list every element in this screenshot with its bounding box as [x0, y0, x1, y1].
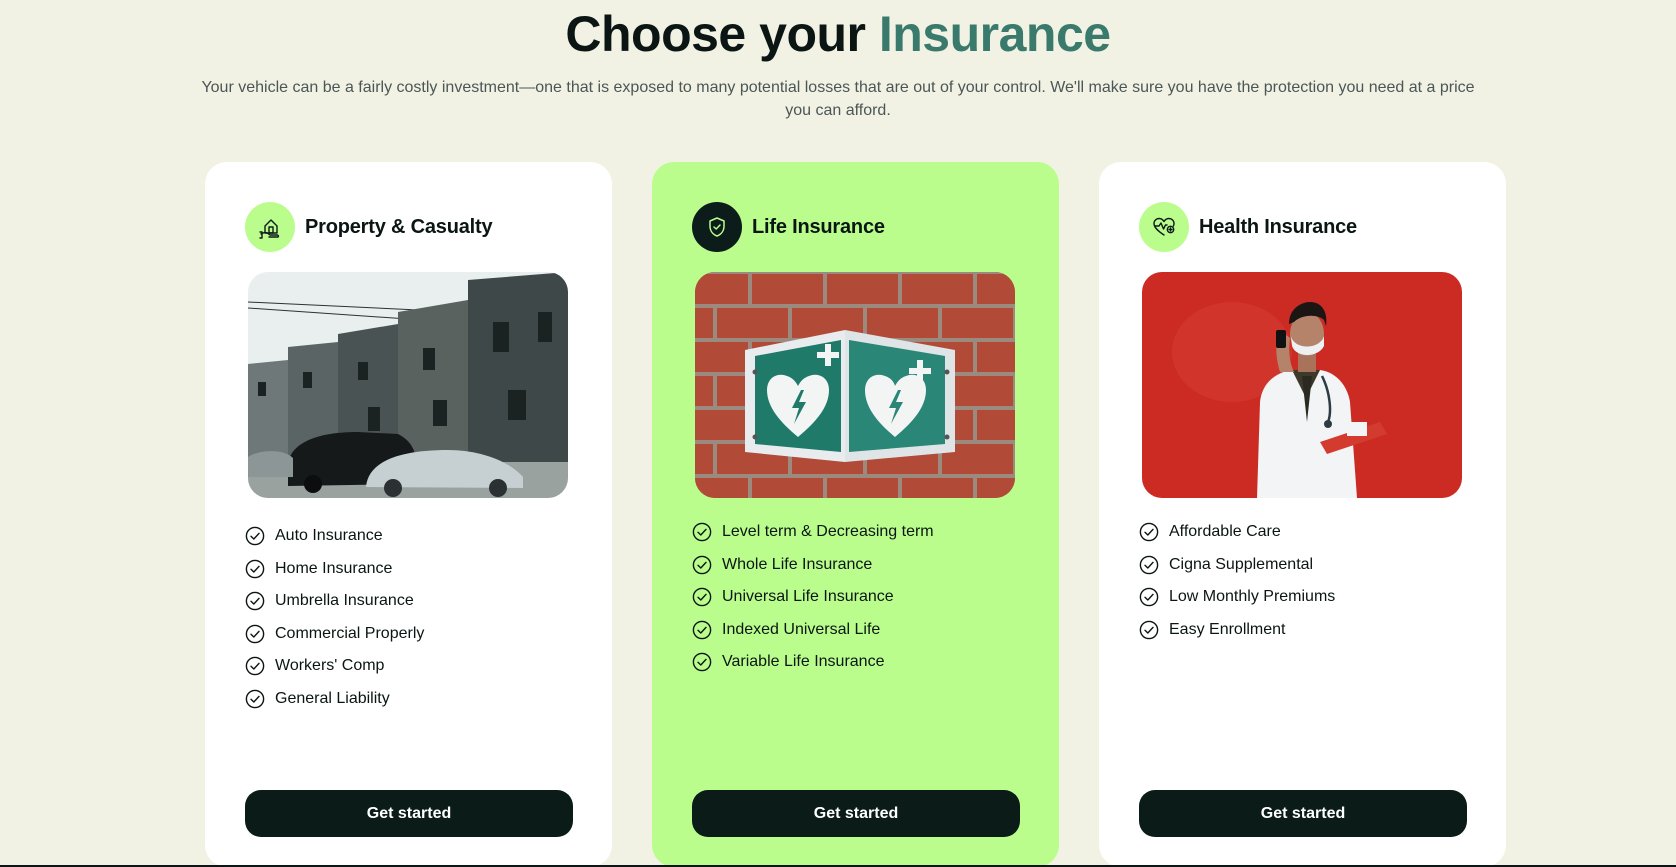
feature-label: Level term & Decreasing term [722, 523, 934, 541]
feature-label: Variable Life Insurance [722, 653, 885, 671]
feature-label: Umbrella Insurance [275, 592, 414, 610]
check-circle-icon [1139, 522, 1159, 542]
check-circle-icon [692, 620, 712, 640]
check-circle-icon [245, 559, 265, 579]
card-health-insurance: Health Insurance Affordable Care Cigna S… [1099, 162, 1506, 867]
list-item: Cigna Supplemental [1139, 549, 1466, 582]
card-header: Life Insurance [692, 202, 1019, 252]
check-circle-icon [245, 689, 265, 709]
list-item: General Liability [245, 683, 572, 716]
list-item: Indexed Universal Life [692, 614, 1019, 647]
check-circle-icon [692, 522, 712, 542]
feature-label: General Liability [275, 689, 390, 707]
feature-label: Auto Insurance [275, 527, 383, 545]
check-circle-icon [245, 624, 265, 644]
title-main: Choose your [565, 6, 879, 62]
feature-label: Affordable Care [1169, 523, 1281, 541]
list-item: Home Insurance [245, 553, 572, 586]
list-item: Level term & Decreasing term [692, 516, 1019, 549]
card-title: Life Insurance [752, 215, 885, 238]
check-circle-icon [1139, 587, 1159, 607]
card-life-insurance: Life Insurance Level term & Decreasing t… [652, 162, 1059, 867]
list-item: Whole Life Insurance [692, 549, 1019, 582]
doctor-photo [1142, 272, 1462, 498]
feature-list: Affordable Care Cigna Supplemental Low M… [1139, 516, 1466, 646]
card-header: Health Insurance [1139, 202, 1466, 252]
feature-label: Low Monthly Premiums [1169, 588, 1336, 606]
get-started-button[interactable]: Get started [1139, 790, 1467, 837]
check-circle-icon [1139, 620, 1159, 640]
aed-sign-photo [695, 272, 1015, 498]
card-header: Property & Casualty [245, 202, 572, 252]
page-subtitle: Your vehicle can be a fairly costly inve… [201, 79, 1475, 119]
list-item: Variable Life Insurance [692, 646, 1019, 679]
heartbeat-icon [1139, 202, 1189, 252]
feature-list: Level term & Decreasing term Whole Life … [692, 516, 1019, 679]
feature-list: Auto Insurance Home Insurance Umbrella I… [245, 520, 572, 715]
feature-label: Indexed Universal Life [722, 620, 881, 638]
list-item: Auto Insurance [245, 520, 572, 553]
house-hand-icon [245, 202, 295, 252]
list-item: Easy Enrollment [1139, 614, 1466, 647]
feature-label: Easy Enrollment [1169, 620, 1286, 638]
check-circle-icon [692, 555, 712, 575]
check-circle-icon [245, 591, 265, 611]
feature-label: Cigna Supplemental [1169, 555, 1314, 573]
shield-check-icon [692, 202, 742, 252]
insurance-cards: Property & Casualty Auto Insurance Home … [205, 162, 1506, 867]
card-title: Health Insurance [1199, 215, 1357, 238]
feature-label: Universal Life Insurance [722, 588, 894, 606]
check-circle-icon [1139, 555, 1159, 575]
townhouses-photo [248, 272, 568, 498]
check-circle-icon [245, 656, 265, 676]
feature-label: Commercial Properly [275, 624, 425, 642]
check-circle-icon [692, 652, 712, 672]
page-title: Choose your Insurance [0, 4, 1676, 64]
get-started-button[interactable]: Get started [245, 790, 573, 837]
list-item: Commercial Properly [245, 618, 572, 651]
card-property-casualty: Property & Casualty Auto Insurance Home … [205, 162, 612, 867]
check-circle-icon [245, 526, 265, 546]
get-started-button[interactable]: Get started [692, 790, 1020, 837]
feature-label: Whole Life Insurance [722, 555, 873, 573]
list-item: Umbrella Insurance [245, 585, 572, 618]
title-accent: Insurance [878, 6, 1111, 62]
feature-label: Workers' Comp [275, 657, 385, 675]
list-item: Low Monthly Premiums [1139, 581, 1466, 614]
list-item: Universal Life Insurance [692, 581, 1019, 614]
check-circle-icon [692, 587, 712, 607]
hero-section: Choose your Insurance Your vehicle can b… [0, 0, 1676, 122]
list-item: Workers' Comp [245, 650, 572, 683]
list-item: Affordable Care [1139, 516, 1466, 549]
feature-label: Home Insurance [275, 559, 393, 577]
card-title: Property & Casualty [305, 215, 493, 238]
